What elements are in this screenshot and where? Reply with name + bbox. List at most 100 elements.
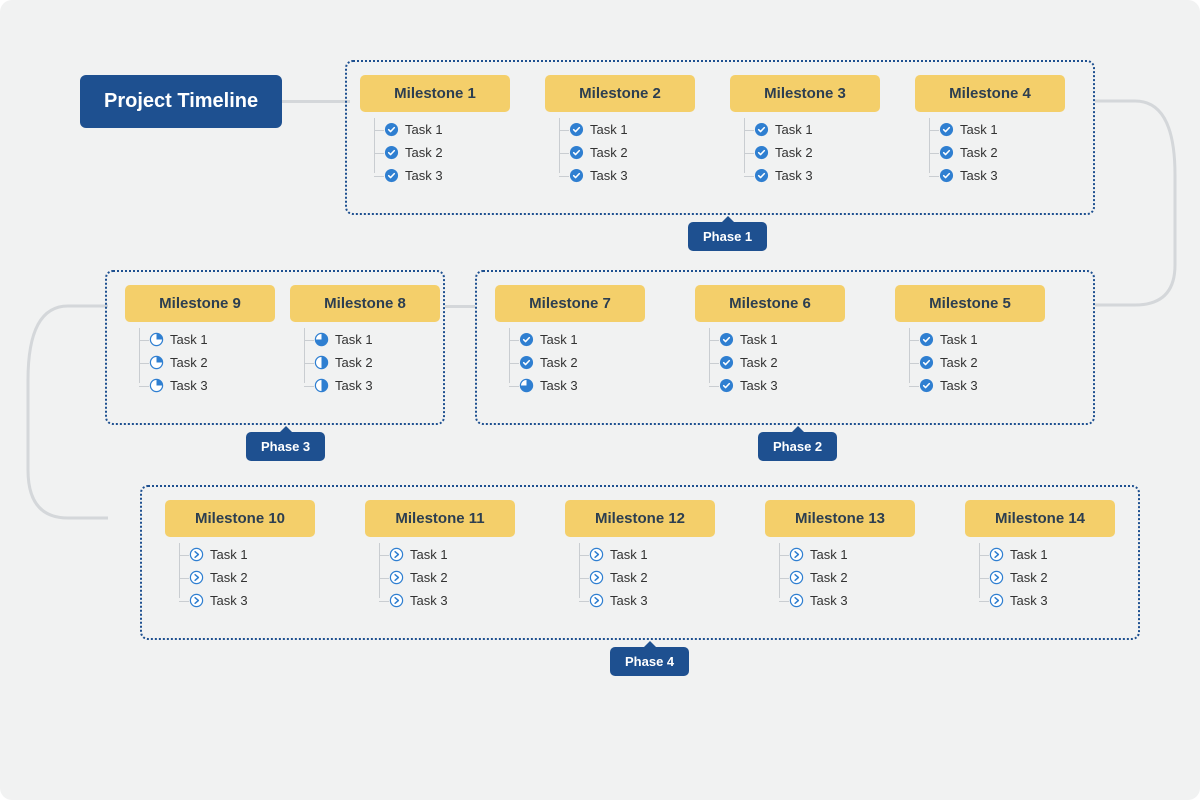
task-item: Task 1 [754,122,880,137]
check-circle-icon [939,122,954,137]
milestone-header: Milestone 10 [165,500,315,537]
milestone-header: Milestone 6 [695,285,845,322]
task-item: Task 2 [569,145,695,160]
task-list: Task 1 Task 2 Task 3 [495,332,645,393]
milestone-8: Milestone 8 Task 1 Task 2 Task 3 [290,285,440,401]
task-item: Task 3 [189,593,315,608]
milestone-header: Milestone 1 [360,75,510,112]
pending-icon [789,570,804,585]
check-circle-icon [919,332,934,347]
milestone-header: Milestone 13 [765,500,915,537]
task-item: Task 2 [789,570,915,585]
check-circle-icon [939,168,954,183]
task-list: Task 1 Task 2 Task 3 [360,122,510,183]
pending-icon [589,570,604,585]
milestone-header: Milestone 5 [895,285,1045,322]
task-list: Task 1 Task 2 Task 3 [545,122,695,183]
task-item: Task 2 [384,145,510,160]
check-circle-icon [384,122,399,137]
milestone-7: Milestone 7 Task 1 Task 2 Task 3 [495,285,645,401]
milestone-1: Milestone 1 Task 1 Task 2 Task 3 [360,75,510,191]
task-item: Task 2 [189,570,315,585]
diagram-title: Project Timeline [80,75,282,128]
task-item: Task 3 [919,378,1045,393]
check-circle-icon [569,168,584,183]
milestone-header: Milestone 9 [125,285,275,322]
pending-icon [389,547,404,562]
pending-icon [189,570,204,585]
task-item: Task 3 [989,593,1115,608]
task-item: Task 3 [719,378,845,393]
milestone-14: Milestone 14 Task 1 Task 2 Task 3 [965,500,1115,616]
check-circle-icon [384,168,399,183]
pending-icon [989,547,1004,562]
task-list: Task 1 Task 2 Task 3 [765,547,915,608]
task-item: Task 2 [314,355,440,370]
milestone-2: Milestone 2 Task 1 Task 2 Task 3 [545,75,695,191]
phase-2-label: Phase 2 [758,432,837,461]
task-item: Task 3 [314,378,440,393]
progress-half-icon [314,378,329,393]
task-item: Task 3 [569,168,695,183]
check-circle-icon [719,378,734,393]
milestone-header: Milestone 3 [730,75,880,112]
pending-icon [189,547,204,562]
phase-3-label: Phase 3 [246,432,325,461]
task-item: Task 3 [519,378,645,393]
milestone-11: Milestone 11 Task 1 Task 2 Task 3 [365,500,515,616]
connector-line [445,305,475,308]
task-item: Task 1 [384,122,510,137]
milestone-header: Milestone 4 [915,75,1065,112]
task-item: Task 3 [384,168,510,183]
milestone-header: Milestone 14 [965,500,1115,537]
task-list: Task 1 Task 2 Task 3 [125,332,275,393]
milestone-12: Milestone 12 Task 1 Task 2 Task 3 [565,500,715,616]
pending-icon [989,593,1004,608]
task-list: Task 1 Task 2 Task 3 [895,332,1045,393]
milestone-header: Milestone 2 [545,75,695,112]
task-item: Task 2 [719,355,845,370]
milestone-5: Milestone 5 Task 1 Task 2 Task 3 [895,285,1045,401]
task-list: Task 1 Task 2 Task 3 [965,547,1115,608]
check-circle-icon [384,145,399,160]
task-item: Task 2 [754,145,880,160]
check-circle-icon [754,168,769,183]
progress-quarter-icon [149,378,164,393]
task-list: Task 1 Task 2 Task 3 [290,332,440,393]
task-item: Task 2 [149,355,275,370]
task-item: Task 1 [519,332,645,347]
check-circle-icon [569,122,584,137]
check-circle-icon [569,145,584,160]
pending-icon [989,570,1004,585]
task-item: Task 2 [939,145,1065,160]
progress-mostly-icon [519,378,534,393]
progress-quarter-icon [149,332,164,347]
pending-icon [389,593,404,608]
timeline-diagram: Project Timeline Phase 1 Phase 2 Phase 3… [0,0,1200,800]
task-item: Task 2 [989,570,1115,585]
milestone-header: Milestone 11 [365,500,515,537]
task-item: Task 2 [389,570,515,585]
task-item: Task 3 [939,168,1065,183]
pending-icon [389,570,404,585]
check-circle-icon [519,355,534,370]
milestone-4: Milestone 4 Task 1 Task 2 Task 3 [915,75,1065,191]
task-item: Task 1 [789,547,915,562]
check-circle-icon [939,145,954,160]
check-circle-icon [919,355,934,370]
task-list: Task 1 Task 2 Task 3 [730,122,880,183]
progress-half-icon [314,355,329,370]
milestone-header: Milestone 12 [565,500,715,537]
check-circle-icon [919,378,934,393]
task-item: Task 1 [589,547,715,562]
connector-curve-left [18,300,108,530]
task-item: Task 2 [919,355,1045,370]
phase-1-label: Phase 1 [688,222,767,251]
milestone-header: Milestone 7 [495,285,645,322]
task-list: Task 1 Task 2 Task 3 [695,332,845,393]
task-item: Task 3 [589,593,715,608]
task-item: Task 1 [569,122,695,137]
task-list: Task 1 Task 2 Task 3 [365,547,515,608]
phase-4-label: Phase 4 [610,647,689,676]
task-item: Task 1 [149,332,275,347]
